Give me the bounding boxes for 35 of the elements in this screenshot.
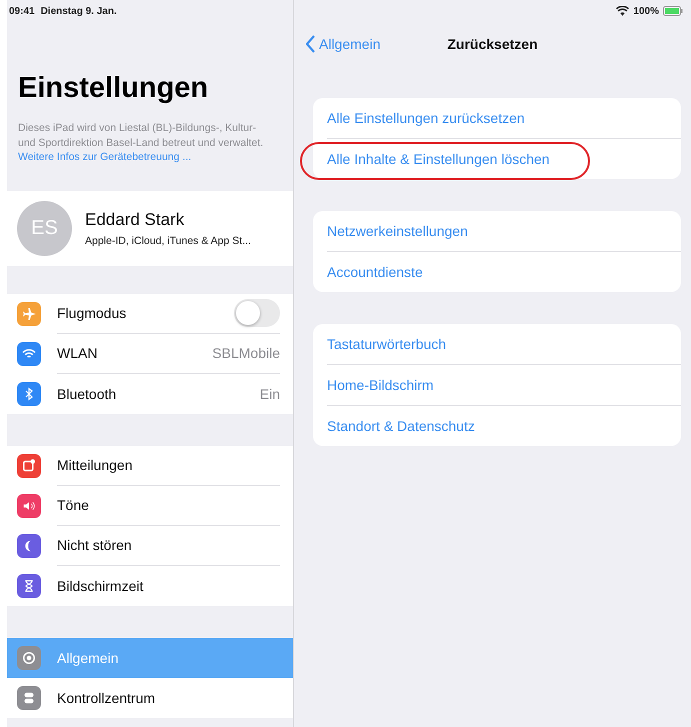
avatar: ES — [17, 200, 72, 256]
row-label: Allgemein — [57, 650, 118, 666]
settings-row[interactable]: Allgemein — [7, 638, 293, 678]
reset-option[interactable]: Netzwerkeinstellungen — [327, 223, 468, 239]
row-label: Flugmodus — [57, 305, 126, 321]
profile-row[interactable]: ES Eddard Stark Apple-ID, iCloud, iTunes & App St... — [7, 190, 293, 266]
reset-option[interactable]: Alle Inhalte & Einstellungen löschen — [327, 151, 550, 167]
info-link[interactable]: Weitere Infos zur Gerätebetreuung ... — [18, 151, 192, 163]
toggle-switch[interactable] — [234, 299, 280, 327]
management-notice: Dieses iPad wird von Liestal (BL)-Bildungs-, Kultur-und Sportdirektion Basel-Land betreut und verwaltet. Weitere Infos zur Gerätebetreuung ... — [18, 121, 264, 164]
row-value: SBLMobile — [212, 345, 280, 361]
row-label: WLAN — [57, 345, 98, 361]
reset-option[interactable]: Home-Bildschirm — [327, 377, 434, 393]
profile-subtitle: Apple-ID, iCloud, iTunes & App St... — [85, 234, 251, 246]
row-label: Bluetooth — [57, 386, 116, 402]
reset-option[interactable]: Alle Einstellungen zurücksetzen — [327, 110, 525, 126]
row-label: Nicht stören — [57, 537, 132, 553]
reset-option[interactable]: Tastaturwörterbuch — [327, 336, 446, 352]
nav-title: Zurücksetzen — [447, 36, 538, 52]
row-label: Bildschirmzeit — [57, 578, 144, 594]
row-label: Kontrollzentrum — [57, 690, 156, 706]
row-label: Mitteilungen — [57, 457, 132, 473]
battery-icon — [663, 6, 683, 16]
page-title: Einstellungen — [18, 72, 210, 105]
wifi-icon — [616, 6, 630, 16]
status-date: Dienstag 9. Jan. — [40, 6, 117, 16]
profile-name: Eddard Stark — [85, 210, 186, 230]
row-label: Töne — [57, 497, 89, 513]
chevron-left-icon — [306, 35, 316, 53]
status-time: 09:41 — [9, 6, 35, 16]
row-value: Ein — [260, 386, 280, 402]
back-button[interactable]: Allgemein — [306, 35, 380, 53]
reset-option[interactable]: Standort & Datenschutz — [327, 418, 475, 434]
battery-percent: 100% — [633, 6, 659, 16]
reset-option[interactable]: Accountdienste — [327, 264, 423, 280]
